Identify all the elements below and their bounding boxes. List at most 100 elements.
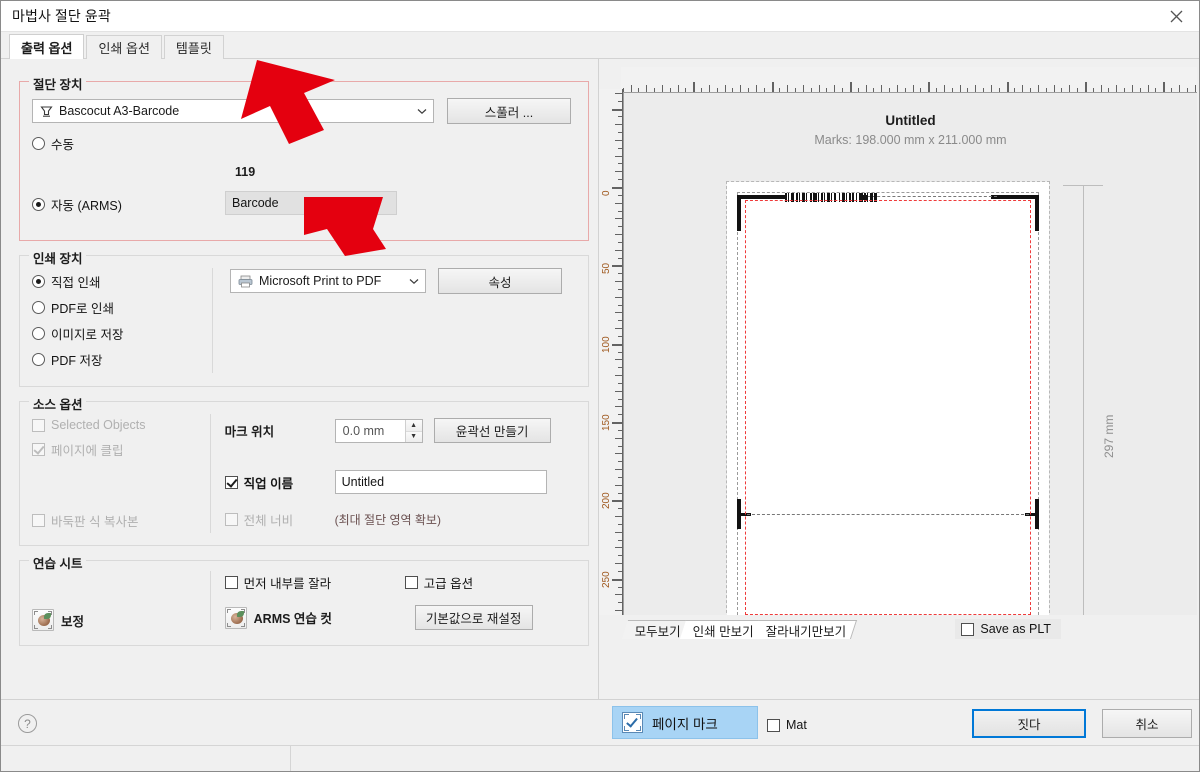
- dialog-body: 절단 장치 Bascocut A3-Barcode: [1, 58, 1199, 699]
- status-bar-cell-right: [291, 746, 1199, 771]
- print-option-label: 이미지로 저장: [51, 324, 123, 343]
- checkbox-indicator: [225, 476, 238, 489]
- ok-button[interactable]: 짓다: [972, 709, 1086, 738]
- preview-tab-cut-only[interactable]: 잘라내기만보기: [753, 620, 857, 639]
- advanced-options-label: 고급 옵션: [424, 573, 473, 592]
- ruler-label: 50: [601, 263, 612, 274]
- full-width-checkbox[interactable]: 전체 너비: [225, 510, 335, 529]
- reset-defaults-label: 기본값으로 재설정: [426, 608, 521, 627]
- checkbox-indicator: [32, 514, 45, 527]
- clip-to-page-checkbox[interactable]: 페이지에 클립: [32, 440, 210, 459]
- radio-indicator: [32, 137, 45, 150]
- tab-label: 템플릿: [176, 38, 212, 57]
- help-icon[interactable]: ?: [18, 714, 37, 733]
- checkbox-indicator: [405, 576, 418, 589]
- radio-indicator: [32, 275, 45, 288]
- cut-inside-first-label: 먼저 내부를 잘라: [244, 573, 331, 592]
- cut-contour-wizard-dialog: 마법사 절단 윤곽 출력 옵션 인쇄 옵션 템플릿 절단 장치: [0, 0, 1200, 772]
- ruler-label: 0: [601, 190, 612, 196]
- full-width-label: 전체 너비: [244, 510, 293, 529]
- mat-checkbox[interactable]: Mat: [767, 718, 807, 732]
- options-pane: 절단 장치 Bascocut A3-Barcode: [1, 58, 599, 699]
- cancel-button-label: 취소: [1135, 714, 1158, 733]
- preview-canvas[interactable]: Untitled Marks: 198.000 mm x 211.000 mm: [623, 92, 1197, 615]
- ruler-label: 150: [601, 414, 612, 431]
- calibration-button[interactable]: 보정: [32, 609, 84, 631]
- mark-position-stepper[interactable]: 0.0 mm ▲ ▼: [335, 419, 423, 443]
- arms-test-cut-label: ARMS 연습 컷: [254, 608, 332, 627]
- radio-indicator: [32, 198, 45, 211]
- reg-mark-top-left-h: [737, 195, 785, 199]
- stepper-down-icon[interactable]: ▼: [406, 431, 422, 442]
- print-option-label: PDF로 인쇄: [51, 298, 114, 317]
- job-name-input[interactable]: Untitled: [335, 470, 547, 494]
- selected-objects-checkbox[interactable]: Selected Objects: [32, 418, 210, 432]
- checkbox-indicator: [32, 443, 45, 456]
- printer-properties-button[interactable]: 속성: [438, 268, 562, 294]
- clip-to-page-label: 페이지에 클립: [51, 440, 123, 459]
- job-name-checkbox[interactable]: 직업 이름: [225, 473, 335, 492]
- auto-arms-radio[interactable]: 자동 (ARMS): [32, 195, 122, 214]
- cut-inside-first-checkbox[interactable]: 먼저 내부를 잘라: [225, 573, 405, 592]
- tab-label: 인쇄 옵션: [98, 38, 149, 57]
- checkbox-indicator: [961, 623, 974, 636]
- printer-combo[interactable]: Microsoft Print to PDF: [230, 269, 426, 293]
- reset-defaults-button[interactable]: 기본값으로 재설정: [415, 605, 533, 630]
- arms-count-value: 119: [235, 165, 255, 179]
- practice-sheet-legend: 연습 시트: [29, 553, 86, 572]
- title-bar: 마법사 절단 윤곽: [1, 1, 1199, 32]
- reg-mark-top-connector: [867, 196, 997, 197]
- arms-mode-value: Barcode: [232, 196, 279, 210]
- advanced-options-checkbox[interactable]: 고급 옵션: [405, 573, 473, 592]
- job-name-label: 직업 이름: [244, 473, 293, 492]
- ok-button-label: 짓다: [1017, 714, 1040, 733]
- practice-sheet-group: 연습 시트 보정: [19, 560, 589, 646]
- arms-mode-field[interactable]: Barcode: [225, 191, 397, 215]
- checkbox-indicator: [32, 419, 45, 432]
- reg-mark-top-left-v: [737, 195, 741, 231]
- print-device-group: 인쇄 장치 직접 인쇄 PDF로 인쇄 이미지로 저장: [19, 255, 589, 387]
- print-option-save-image[interactable]: 이미지로 저장: [32, 324, 212, 343]
- create-contour-label: 윤곽선 만들기: [456, 421, 528, 440]
- preview-pane: 050100150200250 050100150200250300350 Un…: [599, 58, 1199, 699]
- height-dimension-label: 297 mm: [1102, 415, 1116, 458]
- ruler-label: 200: [601, 493, 612, 510]
- tab-output-options[interactable]: 출력 옵션: [9, 34, 84, 59]
- stepper-buttons[interactable]: ▲ ▼: [405, 420, 422, 442]
- spooler-button[interactable]: 스풀러 ...: [447, 98, 571, 124]
- preview-view-tabs: 모두보기 인쇄 만보기 잘라내기만보기: [625, 619, 849, 639]
- preview-tab-label: 잘라내기만보기: [766, 621, 847, 640]
- preview-tab-label: 인쇄 만보기: [693, 621, 754, 640]
- cut-contour-line: [745, 200, 1031, 615]
- print-option-direct[interactable]: 직접 인쇄: [32, 272, 212, 291]
- preview-tab-print-only[interactable]: 인쇄 만보기: [680, 620, 764, 639]
- cutting-device-value: Bascocut A3-Barcode: [59, 104, 415, 118]
- radio-indicator: [32, 301, 45, 314]
- print-option-save-pdf[interactable]: PDF 저장: [32, 350, 212, 369]
- full-width-hint: (최대 절단 영역 확보): [335, 511, 441, 528]
- cutting-device-combo[interactable]: Bascocut A3-Barcode: [32, 99, 434, 123]
- auto-arms-radio-label: 자동 (ARMS): [51, 195, 122, 214]
- reg-mark-top-right-v: [1035, 195, 1039, 231]
- status-bar-cell-left: [1, 746, 291, 771]
- stepper-up-icon[interactable]: ▲: [406, 420, 422, 431]
- save-as-plt-checkbox[interactable]: Save as PLT: [955, 619, 1061, 639]
- ruler-vertical: 050100150200250300350: [599, 89, 623, 615]
- source-options-legend: 소스 옵션: [29, 394, 86, 413]
- page-mark-button[interactable]: 페이지 마크: [612, 706, 758, 739]
- job-name-value: Untitled: [342, 475, 384, 489]
- print-option-pdf-print[interactable]: PDF로 인쇄: [32, 298, 212, 317]
- print-device-legend: 인쇄 장치: [29, 248, 86, 267]
- create-contour-button[interactable]: 윤곽선 만들기: [434, 418, 551, 443]
- cancel-button[interactable]: 취소: [1102, 709, 1192, 738]
- selected-objects-label: Selected Objects: [51, 418, 146, 432]
- checkbox-indicator: [225, 576, 238, 589]
- close-icon[interactable]: [1153, 1, 1199, 32]
- manual-radio[interactable]: 수동: [32, 134, 576, 153]
- arms-test-cut-button[interactable]: ARMS 연습 컷: [225, 607, 415, 629]
- preview-marks-size: Marks: 198.000 mm x 211.000 mm: [624, 133, 1197, 147]
- cutting-device-group: 절단 장치 Bascocut A3-Barcode: [19, 81, 589, 241]
- tiled-copies-checkbox[interactable]: 바둑판 식 복사본: [32, 511, 210, 530]
- tab-template[interactable]: 템플릿: [164, 35, 224, 59]
- tab-print-options[interactable]: 인쇄 옵션: [86, 35, 161, 59]
